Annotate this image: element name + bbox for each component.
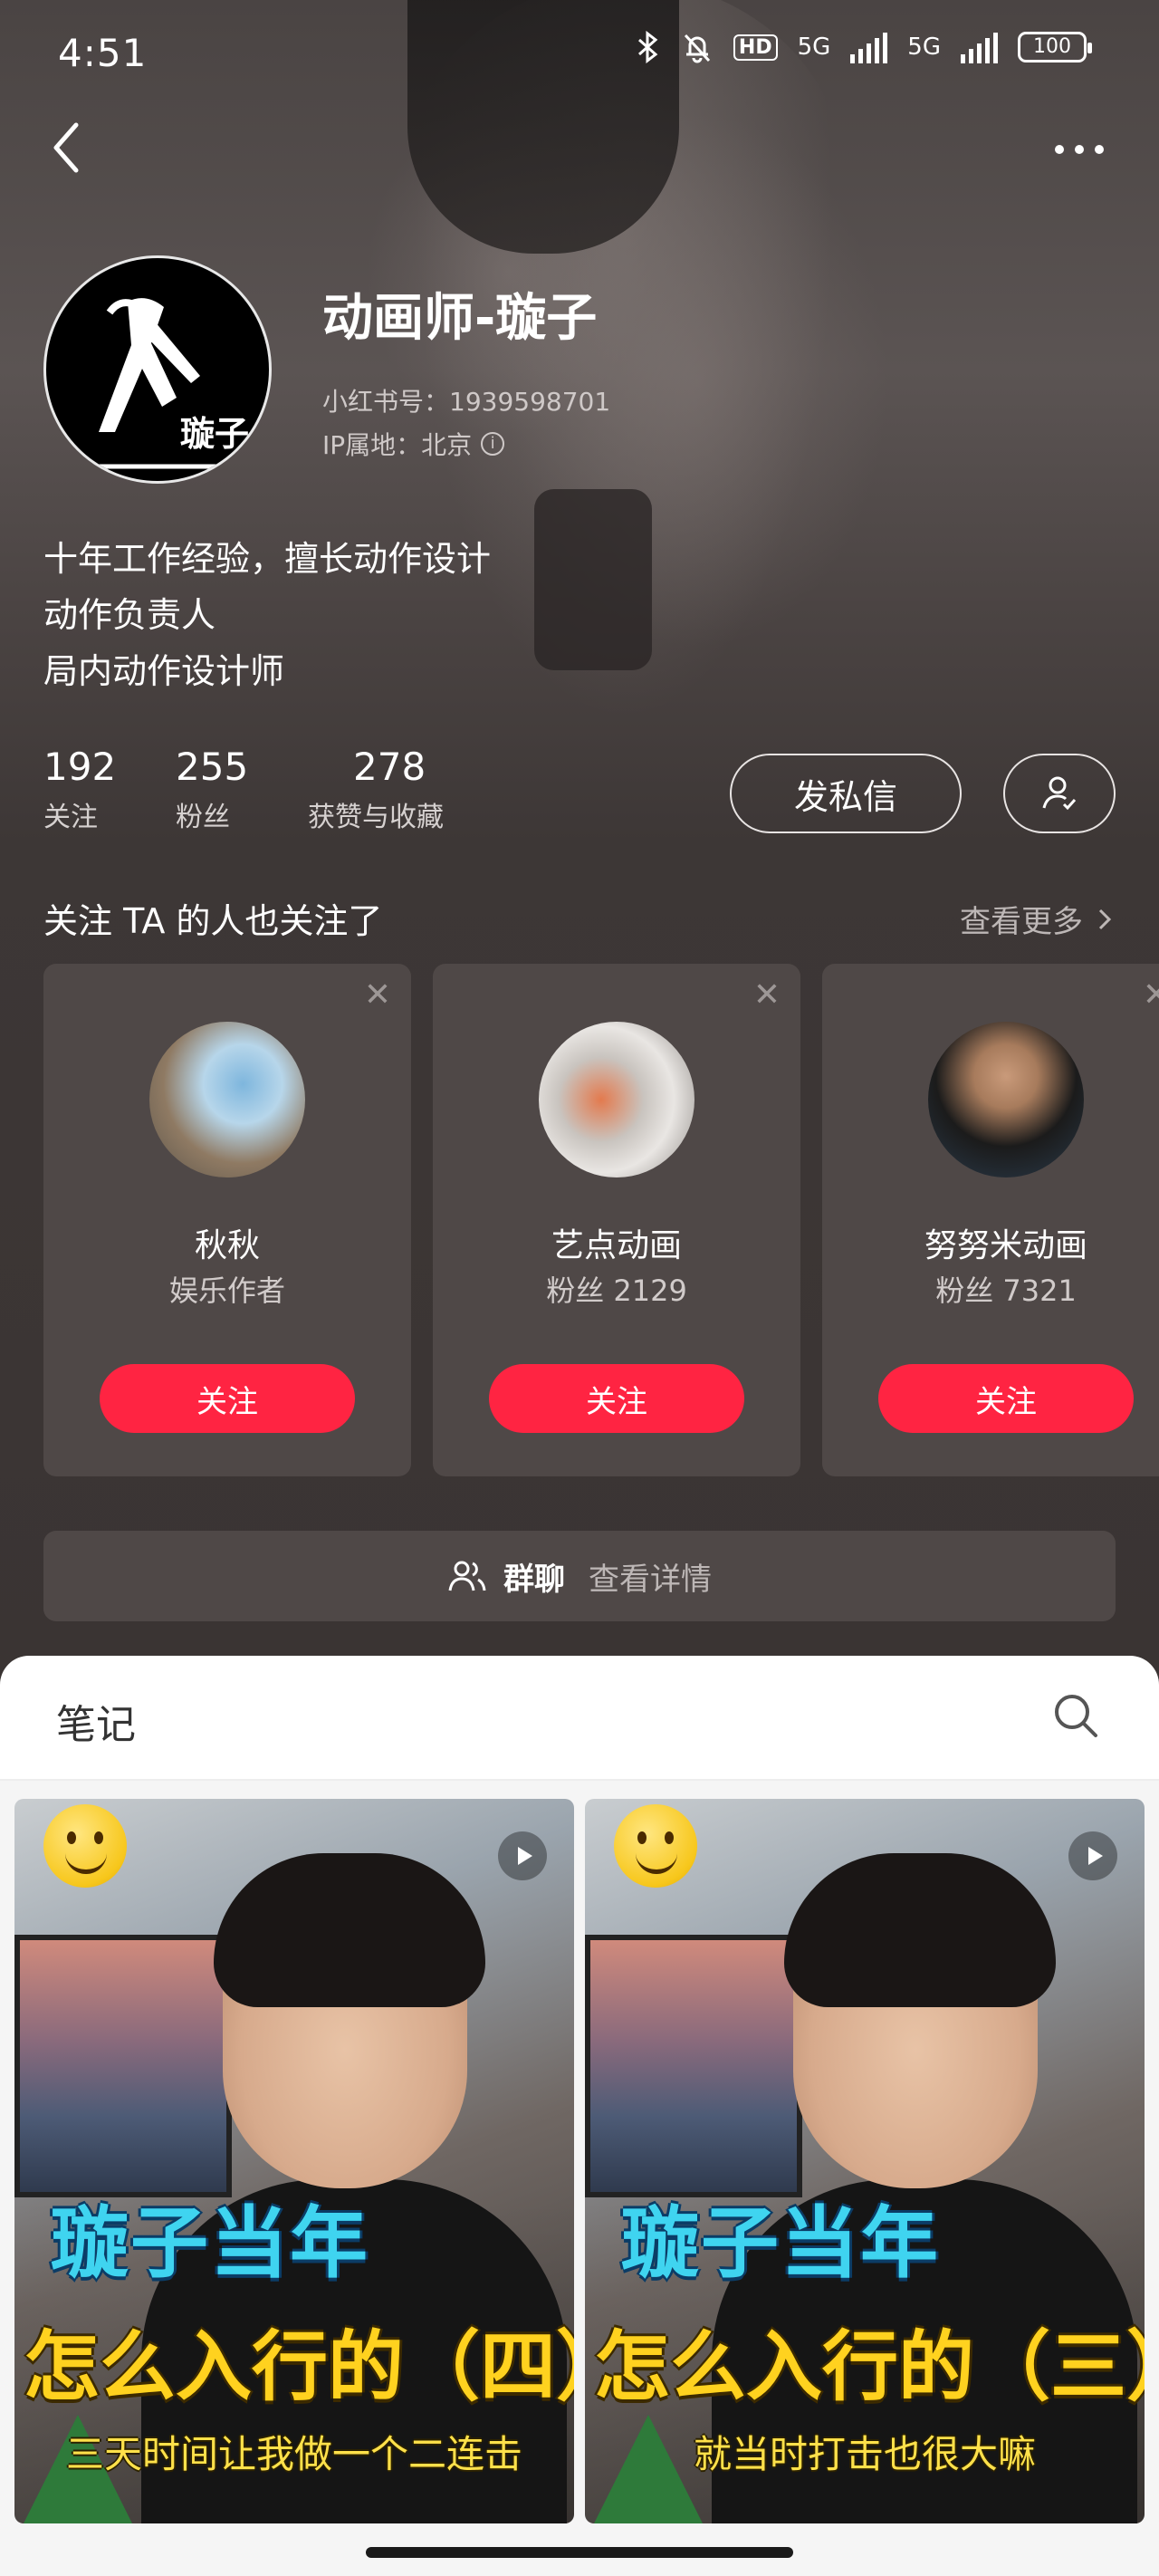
bio-line: 十年工作经验，擅长动作设计 bbox=[43, 539, 492, 579]
close-icon[interactable]: ✕ bbox=[1143, 976, 1159, 1014]
note-caption: 就当时打击也很大嘛 bbox=[693, 2432, 1036, 2476]
signal-icon bbox=[850, 31, 888, 63]
battery-icon: 100 bbox=[1018, 32, 1092, 62]
network-label-1: 5G bbox=[797, 34, 831, 61]
card-name: 努努米动画 bbox=[924, 1227, 1087, 1264]
stat-label: 粉丝 bbox=[176, 802, 230, 833]
back-button[interactable] bbox=[43, 116, 98, 179]
see-more-link[interactable]: 查看更多 bbox=[960, 897, 1114, 941]
chevron-right-icon bbox=[1098, 908, 1112, 929]
profile-avatar[interactable]: 璇子 bbox=[43, 255, 272, 484]
bio-line: 局内动作设计师 bbox=[43, 651, 285, 691]
send-message-button[interactable]: 发私信 bbox=[730, 754, 962, 833]
stat-label: 获赞与收藏 bbox=[308, 802, 444, 833]
follow-button[interactable]: 关注 bbox=[489, 1364, 744, 1433]
stat-following[interactable]: 192 关注 bbox=[43, 745, 116, 834]
status-icons: HD 5G 5G 100 bbox=[636, 31, 1092, 63]
signal-icon-2 bbox=[961, 31, 998, 63]
search-icon bbox=[1055, 1695, 1097, 1737]
note-thumbnail-hair bbox=[784, 1853, 1056, 2007]
note-title-line2: 怎么入行的（三） bbox=[594, 2322, 1145, 2411]
recommendation-card[interactable]: ✕ 艺点动画 粉丝 2129 关注 bbox=[433, 964, 800, 1476]
note-title-line1: 璇子当年 bbox=[51, 2198, 369, 2289]
more-dot-icon bbox=[1055, 145, 1064, 154]
stat-label: 关注 bbox=[43, 802, 98, 833]
network-label-2: 5G bbox=[907, 34, 941, 61]
stat-value: 192 bbox=[43, 745, 117, 789]
recommendation-card[interactable]: ✕ 努努米动画 粉丝 7321 关注 bbox=[822, 964, 1159, 1476]
search-button[interactable] bbox=[1049, 1688, 1103, 1743]
card-avatar[interactable] bbox=[149, 1022, 305, 1177]
group-chat-label: 群聊 bbox=[503, 1561, 565, 1598]
note-thumbnail-monitor bbox=[14, 1935, 232, 2197]
profile-id[interactable]: 小红书号：1939598701 bbox=[322, 382, 610, 418]
stat-likes-collects[interactable]: 278 获赞与收藏 bbox=[308, 745, 444, 834]
notes-section: 笔记 璇子当年 怎么入行的（四） 三天时间让我做一个二连击 璇子当年 怎么入行的… bbox=[0, 1656, 1159, 2576]
bluetooth-icon bbox=[637, 31, 658, 63]
user-check-icon bbox=[1042, 776, 1077, 811]
hd-voice-icon: HD bbox=[733, 34, 778, 61]
smile-emoji-icon bbox=[614, 1804, 697, 1888]
follow-button[interactable]: 关注 bbox=[878, 1364, 1134, 1433]
card-avatar[interactable] bbox=[539, 1022, 694, 1177]
more-dot-icon bbox=[1095, 145, 1104, 154]
recommendations-title: 关注 TA 的人也关注了 bbox=[43, 901, 383, 941]
close-icon[interactable]: ✕ bbox=[364, 976, 391, 1014]
profile-name: 动画师-璇子 bbox=[322, 289, 598, 348]
ip-location-text: IP属地：北京 bbox=[322, 430, 473, 460]
see-more-label: 查看更多 bbox=[960, 904, 1083, 940]
card-name: 秋秋 bbox=[194, 1227, 260, 1264]
profile-ip-location[interactable]: IP属地：北京 i bbox=[322, 426, 505, 462]
home-indicator[interactable] bbox=[366, 2547, 793, 2558]
info-icon[interactable]: i bbox=[481, 432, 505, 456]
status-bar: 4:51 HD 5G 5G 100 bbox=[0, 0, 1159, 109]
bio-line: 动作负责人 bbox=[43, 595, 216, 635]
group-users-icon bbox=[448, 1561, 486, 1591]
follow-button[interactable]: 关注 bbox=[100, 1364, 355, 1433]
more-dot-icon bbox=[1075, 145, 1084, 154]
more-options-button[interactable] bbox=[1043, 127, 1116, 172]
group-chat-bar[interactable]: 群聊 查看详情 bbox=[43, 1531, 1116, 1621]
note-card[interactable]: 璇子当年 怎么入行的（四） 三天时间让我做一个二连击 bbox=[14, 1799, 574, 2523]
status-time: 4:51 bbox=[58, 31, 148, 75]
note-caption: 三天时间让我做一个二连击 bbox=[65, 2432, 522, 2476]
group-chat-detail: 查看详情 bbox=[589, 1561, 712, 1598]
avatar-tag: 璇子 bbox=[179, 414, 249, 454]
profile-bio: 十年工作经验，擅长动作设计 动作负责人 局内动作设计师 bbox=[43, 531, 491, 699]
play-icon bbox=[498, 1831, 547, 1880]
stat-followers[interactable]: 255 粉丝 bbox=[176, 745, 248, 834]
note-title-line2: 怎么入行的（四） bbox=[24, 2322, 574, 2411]
stat-value: 278 bbox=[353, 745, 426, 789]
note-card[interactable]: 璇子当年 怎么入行的（三） 就当时打击也很大嘛 bbox=[585, 1799, 1145, 2523]
card-subtitle: 粉丝 2129 bbox=[546, 1274, 687, 1308]
card-avatar[interactable] bbox=[928, 1022, 1084, 1177]
mute-bell-icon bbox=[684, 34, 711, 63]
card-subtitle: 娱乐作者 bbox=[168, 1274, 285, 1308]
play-icon bbox=[1068, 1831, 1117, 1880]
note-title-line1: 璇子当年 bbox=[621, 2198, 940, 2289]
chevron-left-icon bbox=[53, 122, 79, 173]
followed-status-button[interactable] bbox=[1003, 754, 1116, 833]
note-thumbnail-hair bbox=[214, 1853, 485, 2007]
recommendation-card[interactable]: ✕ 秋秋 娱乐作者 关注 bbox=[43, 964, 411, 1476]
smile-emoji-icon bbox=[43, 1804, 127, 1888]
close-icon[interactable]: ✕ bbox=[753, 976, 781, 1014]
tab-notes[interactable]: 笔记 bbox=[56, 1692, 136, 1750]
card-name: 艺点动画 bbox=[551, 1227, 682, 1264]
background-photo-phone bbox=[534, 489, 652, 670]
card-subtitle: 粉丝 7321 bbox=[935, 1274, 1077, 1308]
recommendation-cards[interactable]: ✕ 秋秋 娱乐作者 关注 ✕ 艺点动画 粉丝 2129 关注 ✕ 努努米动画 粉… bbox=[43, 964, 1159, 1476]
stat-value: 255 bbox=[176, 745, 249, 789]
note-thumbnail-monitor bbox=[585, 1935, 802, 2197]
